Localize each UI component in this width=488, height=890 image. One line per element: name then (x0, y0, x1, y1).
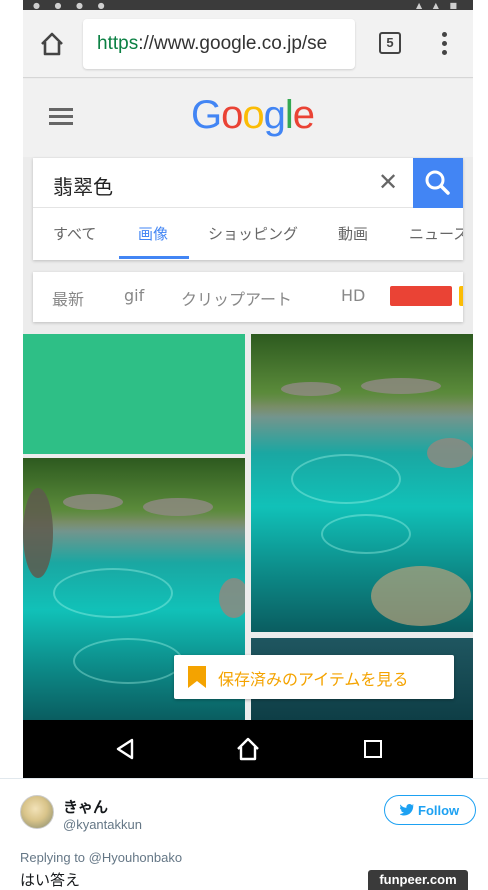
search-button[interactable] (413, 158, 463, 208)
image-result-color-swatch[interactable] (23, 334, 245, 454)
search-tabs: すべて 画像 ショッピング 動画 ニュース (33, 208, 463, 260)
active-tab-indicator (119, 256, 189, 259)
google-header: Google (23, 79, 473, 157)
avatar[interactable] (20, 795, 54, 829)
recent-apps-icon[interactable] (364, 740, 382, 758)
search-card: 翡翠色 ✕ すべて 画像 ショッピング 動画 ニュース (33, 158, 463, 260)
follow-button[interactable]: Follow (384, 795, 476, 825)
replying-to[interactable]: Replying to @Hyouhonbako (20, 850, 182, 865)
status-icons: ▲ ▲ ■ (416, 1, 461, 10)
search-input[interactable]: 翡翠色 (33, 158, 413, 208)
url-bar[interactable]: https://www.google.co.jp/se (83, 19, 355, 69)
image-result-river[interactable] (251, 334, 473, 632)
image-results: 保存済みのアイテムを見る (23, 334, 473, 720)
home-icon[interactable] (235, 736, 261, 762)
user-handle[interactable]: @kyantakkun (63, 817, 142, 832)
divider (0, 778, 488, 779)
filter-chips: 最新 gif クリップアート HD (33, 272, 463, 322)
tab-images[interactable]: 画像 (138, 223, 168, 244)
url-host: ://www.google.co.jp/se (138, 33, 328, 54)
tab-shopping[interactable]: ショッピング (208, 223, 298, 244)
overflow-menu-icon[interactable] (435, 29, 455, 59)
chip-color-orange[interactable] (459, 286, 463, 306)
url-scheme: https (97, 33, 139, 54)
notification-icons: ● ● ● ● (33, 1, 111, 10)
chip-gif[interactable]: gif (124, 286, 144, 305)
google-logo[interactable]: Google (191, 93, 315, 138)
tab-all[interactable]: すべて (53, 223, 96, 244)
tweet-text: はい答え (20, 871, 81, 889)
home-icon[interactable] (37, 29, 67, 59)
search-icon (425, 170, 450, 195)
chip-color-red[interactable] (390, 286, 452, 306)
clear-icon[interactable]: ✕ (378, 170, 398, 194)
saved-items-button[interactable]: 保存済みのアイテムを見る (174, 655, 454, 699)
follow-label: Follow (418, 803, 460, 818)
tab-switcher-button[interactable]: 5 (379, 32, 401, 54)
site-watermark: funpeer.com (368, 870, 468, 890)
browser-toolbar: https://www.google.co.jp/se 5 (23, 10, 473, 78)
bookmark-icon (188, 666, 206, 688)
hamburger-menu-icon[interactable] (49, 108, 73, 126)
display-name[interactable]: きゃん (63, 796, 108, 817)
phone-screenshot: ● ● ● ● ▲ ▲ ■ https://www.google.co.jp/s… (23, 0, 473, 778)
chip-latest[interactable]: 最新 (52, 286, 84, 310)
android-nav-bar (23, 720, 473, 778)
status-bar: ● ● ● ● ▲ ▲ ■ (23, 0, 473, 10)
back-icon[interactable] (115, 738, 135, 760)
chip-clipart[interactable]: クリップアート (181, 286, 292, 310)
chip-hd[interactable]: HD (341, 286, 365, 305)
saved-items-label: 保存済みのアイテムを見る (218, 670, 409, 689)
tab-videos[interactable]: 動画 (338, 223, 368, 244)
tab-news[interactable]: ニュース (409, 223, 463, 244)
twitter-bird-icon (400, 804, 414, 816)
